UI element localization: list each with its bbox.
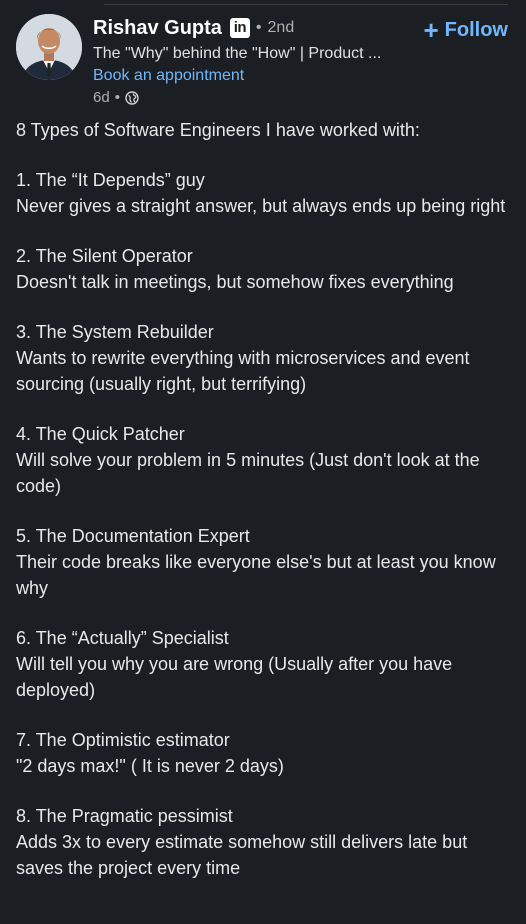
list-item-description: Doesn't talk in meetings, but somehow fi… xyxy=(16,272,454,292)
separator-dot: • xyxy=(114,89,120,106)
list-item-description: Will solve your problem in 5 minutes (Ju… xyxy=(16,450,480,496)
author-headline: The "Why" behind the "How" | Product ... xyxy=(93,45,382,62)
list-item: 8. The Pragmatic pessimist Adds 3x to ev… xyxy=(16,803,516,881)
list-item-description: "2 days max!" ( It is never 2 days) xyxy=(16,756,284,776)
list-item-title: 7. The Optimistic estimator xyxy=(16,730,230,750)
follow-button[interactable]: + Follow xyxy=(423,16,508,44)
author-block: Rishav Gupta in • 2nd The "Why" behind t… xyxy=(93,14,393,109)
globe-icon xyxy=(125,91,139,105)
list-item: 4. The Quick Patcher Will solve your pro… xyxy=(16,421,516,499)
list-item-title: 5. The Documentation Expert xyxy=(16,526,250,546)
list-item-title: 6. The “Actually” Specialist xyxy=(16,628,229,648)
linkedin-badge-text: in xyxy=(233,19,247,36)
list-item-title: 1. The “It Depends” guy xyxy=(16,170,205,190)
list-item-title: 3. The System Rebuilder xyxy=(16,322,214,342)
list-item-description: Adds 3x to every estimate somehow still … xyxy=(16,832,468,878)
top-divider xyxy=(104,4,508,5)
book-appointment-link[interactable]: Book an appointment xyxy=(93,65,393,87)
list-item: 2. The Silent Operator Doesn't talk in m… xyxy=(16,243,516,295)
list-item-description: Never gives a straight answer, but alway… xyxy=(16,196,506,216)
list-item: 3. The System Rebuilder Wants to rewrite… xyxy=(16,319,516,397)
list-item-title: 2. The Silent Operator xyxy=(16,246,193,266)
list-item: 1. The “It Depends” guy Never gives a st… xyxy=(16,167,516,219)
list-item-title: 4. The Quick Patcher xyxy=(16,424,185,444)
name-row: Rishav Gupta in • 2nd xyxy=(93,14,393,42)
list-item-description: Wants to rewrite everything with microse… xyxy=(16,348,470,394)
follow-label: Follow xyxy=(444,18,508,41)
post-meta: 6d • xyxy=(93,87,393,109)
post-intro: 8 Types of Software Engineers I have wor… xyxy=(16,120,420,140)
list-item-description: Will tell you why you are wrong (Usually… xyxy=(16,654,453,700)
list-item: 5. The Documentation Expert Their code b… xyxy=(16,523,516,601)
list-item: 6. The “Actually” Specialist Will tell y… xyxy=(16,625,516,703)
linkedin-badge-icon: in xyxy=(229,18,250,38)
post-body: 8 Types of Software Engineers I have wor… xyxy=(16,117,516,905)
post-time: 6d xyxy=(93,89,110,106)
list-item: 7. The Optimistic estimator "2 days max!… xyxy=(16,727,516,779)
author-name[interactable]: Rishav Gupta xyxy=(93,17,222,40)
separator-dot: • xyxy=(255,19,262,36)
plus-icon: + xyxy=(423,15,439,45)
post-header: Rishav Gupta in • 2nd The "Why" behind t… xyxy=(16,14,512,110)
list-item-title: 8. The Pragmatic pessimist xyxy=(16,806,233,826)
list-item-description: Their code breaks like everyone else's b… xyxy=(16,552,496,598)
avatar[interactable] xyxy=(16,14,82,80)
connection-degree: 2nd xyxy=(267,19,295,36)
